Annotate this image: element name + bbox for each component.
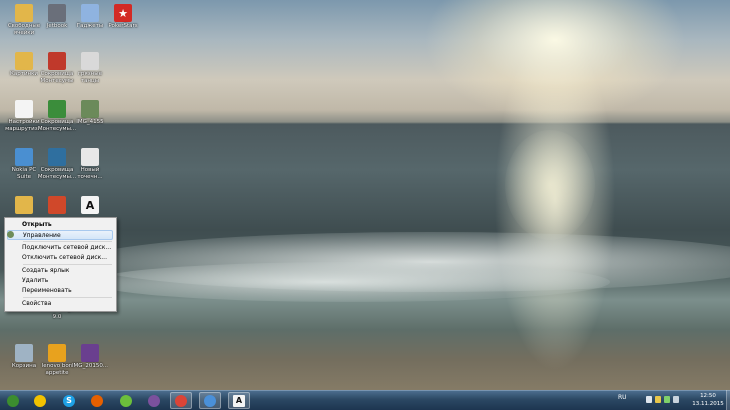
language-indicator[interactable]: RU — [618, 394, 627, 401]
taskbar-button[interactable] — [170, 392, 192, 409]
folder-icon — [15, 4, 33, 22]
desktop[interactable]: Свободные ячейки Jetbook Гаджеты ★ PokerStar… — [0, 0, 730, 390]
desktop-icon-label: IMG_4155 — [76, 119, 104, 125]
show-desktop-button[interactable] — [726, 390, 730, 410]
context-menu-item[interactable]: Подключить сетевой диск... — [7, 243, 113, 253]
pokerstars-icon: ★ — [114, 4, 132, 22]
taskbar-button[interactable] — [29, 392, 51, 409]
context-menu-item[interactable]: Управление — [7, 230, 113, 240]
desktop-icon-label: IMG_20150... — [71, 363, 109, 369]
network-icon[interactable] — [646, 396, 652, 403]
firefox-icon — [91, 394, 103, 407]
battery-icon[interactable] — [664, 396, 670, 403]
volume-icon[interactable] — [673, 396, 679, 403]
game-icon — [48, 100, 66, 118]
desktop-icon[interactable]: Новый точечн... — [70, 148, 110, 180]
explorer-icon — [204, 394, 216, 407]
printer-icon — [48, 4, 66, 22]
desktop-icon-label: грязные танцы — [78, 71, 102, 84]
gadgets-icon — [81, 4, 99, 22]
menu-separator — [23, 241, 112, 242]
norton-icon — [34, 394, 46, 407]
app-icon — [48, 196, 66, 214]
taskbar-button[interactable] — [115, 392, 137, 409]
menu-separator — [23, 264, 112, 265]
desktop-icon-label: Новый точечн... — [77, 167, 103, 180]
taskbar-button[interactable] — [199, 392, 221, 409]
manage-shield-icon — [7, 231, 14, 238]
context-menu: Открыть Управление Подключить сетевой диск… — [4, 217, 117, 312]
folder-icon — [15, 196, 33, 214]
game-icon — [48, 148, 66, 166]
desktop-icon[interactable]: грязные танцы — [70, 52, 110, 84]
context-menu-item[interactable]: Переименовать — [7, 286, 113, 296]
taskbar-button[interactable]: S — [58, 392, 80, 409]
taskbar-button[interactable] — [86, 392, 108, 409]
font-icon: A — [81, 196, 99, 214]
document-icon — [15, 100, 33, 118]
nokia-icon — [15, 148, 33, 166]
chrome-icon — [175, 394, 187, 407]
lenovo-icon — [48, 344, 66, 362]
clock-time: 12:50 — [700, 393, 716, 399]
bitmap-icon — [81, 148, 99, 166]
utorrent-icon — [120, 394, 132, 407]
sun-reflection — [505, 130, 595, 240]
winrar-icon — [81, 344, 99, 362]
skype-icon: S — [63, 394, 75, 407]
taskbar-button[interactable]: A — [228, 392, 250, 409]
viber-icon — [148, 394, 160, 407]
desktop-icon[interactable]: ★ PokerStars — [103, 4, 143, 30]
folder-icon — [15, 52, 33, 70]
clock-date: 13.11.2015 — [692, 401, 724, 407]
wave-foam — [90, 262, 610, 302]
video-icon — [81, 52, 99, 70]
font-viewer-icon: A — [233, 394, 245, 407]
context-menu-item[interactable]: Открыть — [7, 220, 113, 230]
desktop-icon[interactable]: IMG_20150... — [70, 344, 110, 370]
context-menu-item[interactable]: Создать ярлык — [7, 266, 113, 276]
context-menu-item[interactable]: Удалить — [7, 276, 113, 286]
menu-separator — [23, 297, 112, 298]
desktop-icon[interactable]: A — [70, 196, 110, 215]
taskbar-button[interactable] — [143, 392, 165, 409]
context-menu-item[interactable]: Свойства — [7, 299, 113, 309]
start-orb-icon — [7, 394, 19, 407]
flag-icon[interactable] — [655, 396, 661, 403]
desktop-icon[interactable]: IMG_4155 — [70, 100, 110, 126]
clock[interactable]: 12:50 13.11.2015 — [690, 392, 726, 408]
desktop-icon-label: PokerStars — [108, 23, 138, 29]
context-menu-item[interactable]: Отключить сетевой диск... — [7, 253, 113, 263]
game-icon — [48, 52, 66, 70]
taskbar-button[interactable] — [2, 392, 24, 409]
image-icon — [81, 100, 99, 118]
recycle-bin-icon — [15, 344, 33, 362]
